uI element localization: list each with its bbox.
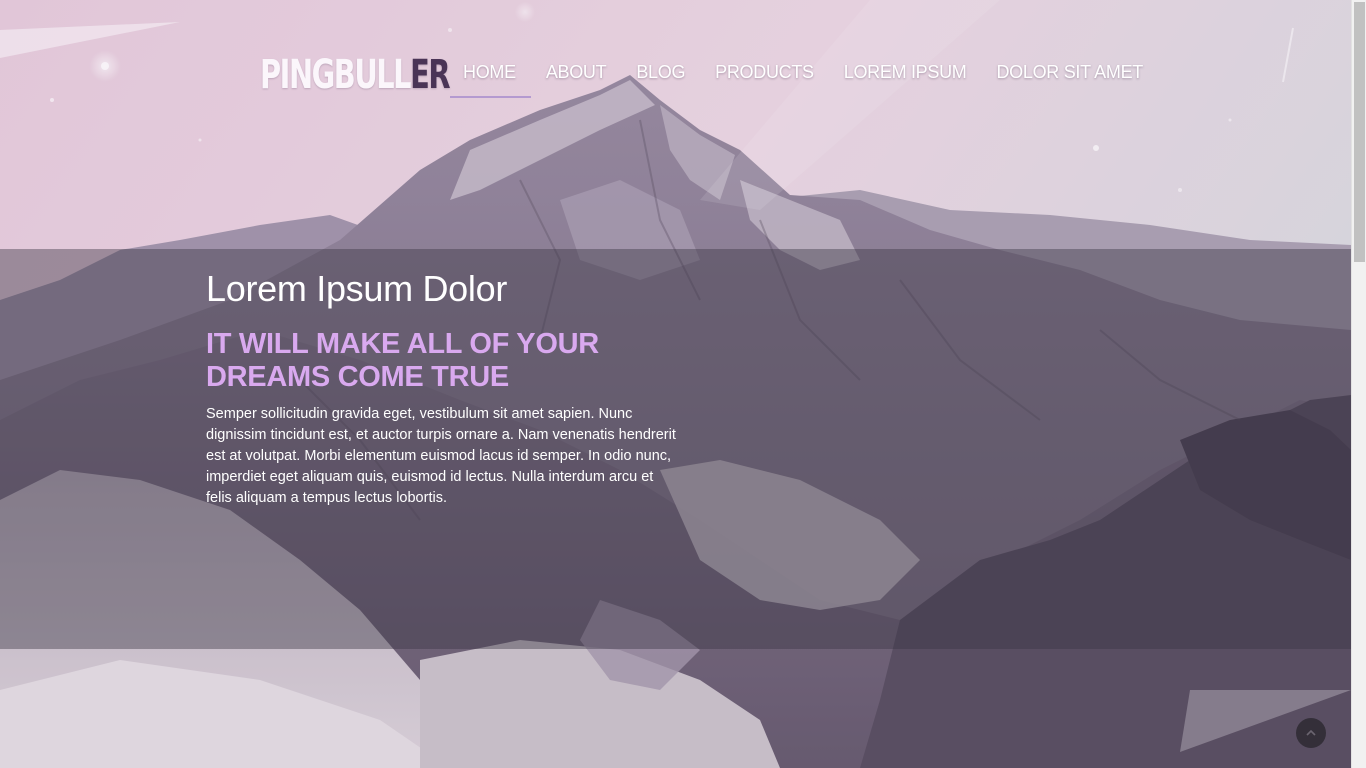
hero-body-text: Semper sollicitudin gravida eget, vestib… xyxy=(206,406,676,506)
logo-main-text: PINGBULL xyxy=(260,52,412,98)
chevron-up-icon xyxy=(1306,729,1316,736)
hero-title: Lorem Ipsum Dolor xyxy=(206,268,508,309)
site-logo[interactable]: PINGBULLER xyxy=(260,52,450,98)
hero-subtitle: IT WILL MAKE ALL OF YOUR DREAMS COME TRU… xyxy=(206,328,599,393)
main-nav: HOME ABOUT BLOG PRODUCTS LOREM IPSUM DOL… xyxy=(448,58,1158,100)
nav-item-products[interactable]: PRODUCTS xyxy=(700,58,829,100)
nav-item-dolor-sit-amet[interactable]: DOLOR SIT AMET xyxy=(981,58,1158,100)
nav-item-blog[interactable]: BLOG xyxy=(621,58,700,100)
logo-accent-text: ER xyxy=(410,52,450,98)
scrollbar-thumb[interactable] xyxy=(1354,2,1365,262)
nav-item-home[interactable]: HOME xyxy=(448,58,531,100)
page-scrollbar[interactable] xyxy=(1351,0,1366,768)
nav-item-about[interactable]: ABOUT xyxy=(531,58,622,100)
back-to-top-button[interactable] xyxy=(1296,718,1326,748)
nav-item-lorem-ipsum[interactable]: LOREM IPSUM xyxy=(829,58,982,100)
